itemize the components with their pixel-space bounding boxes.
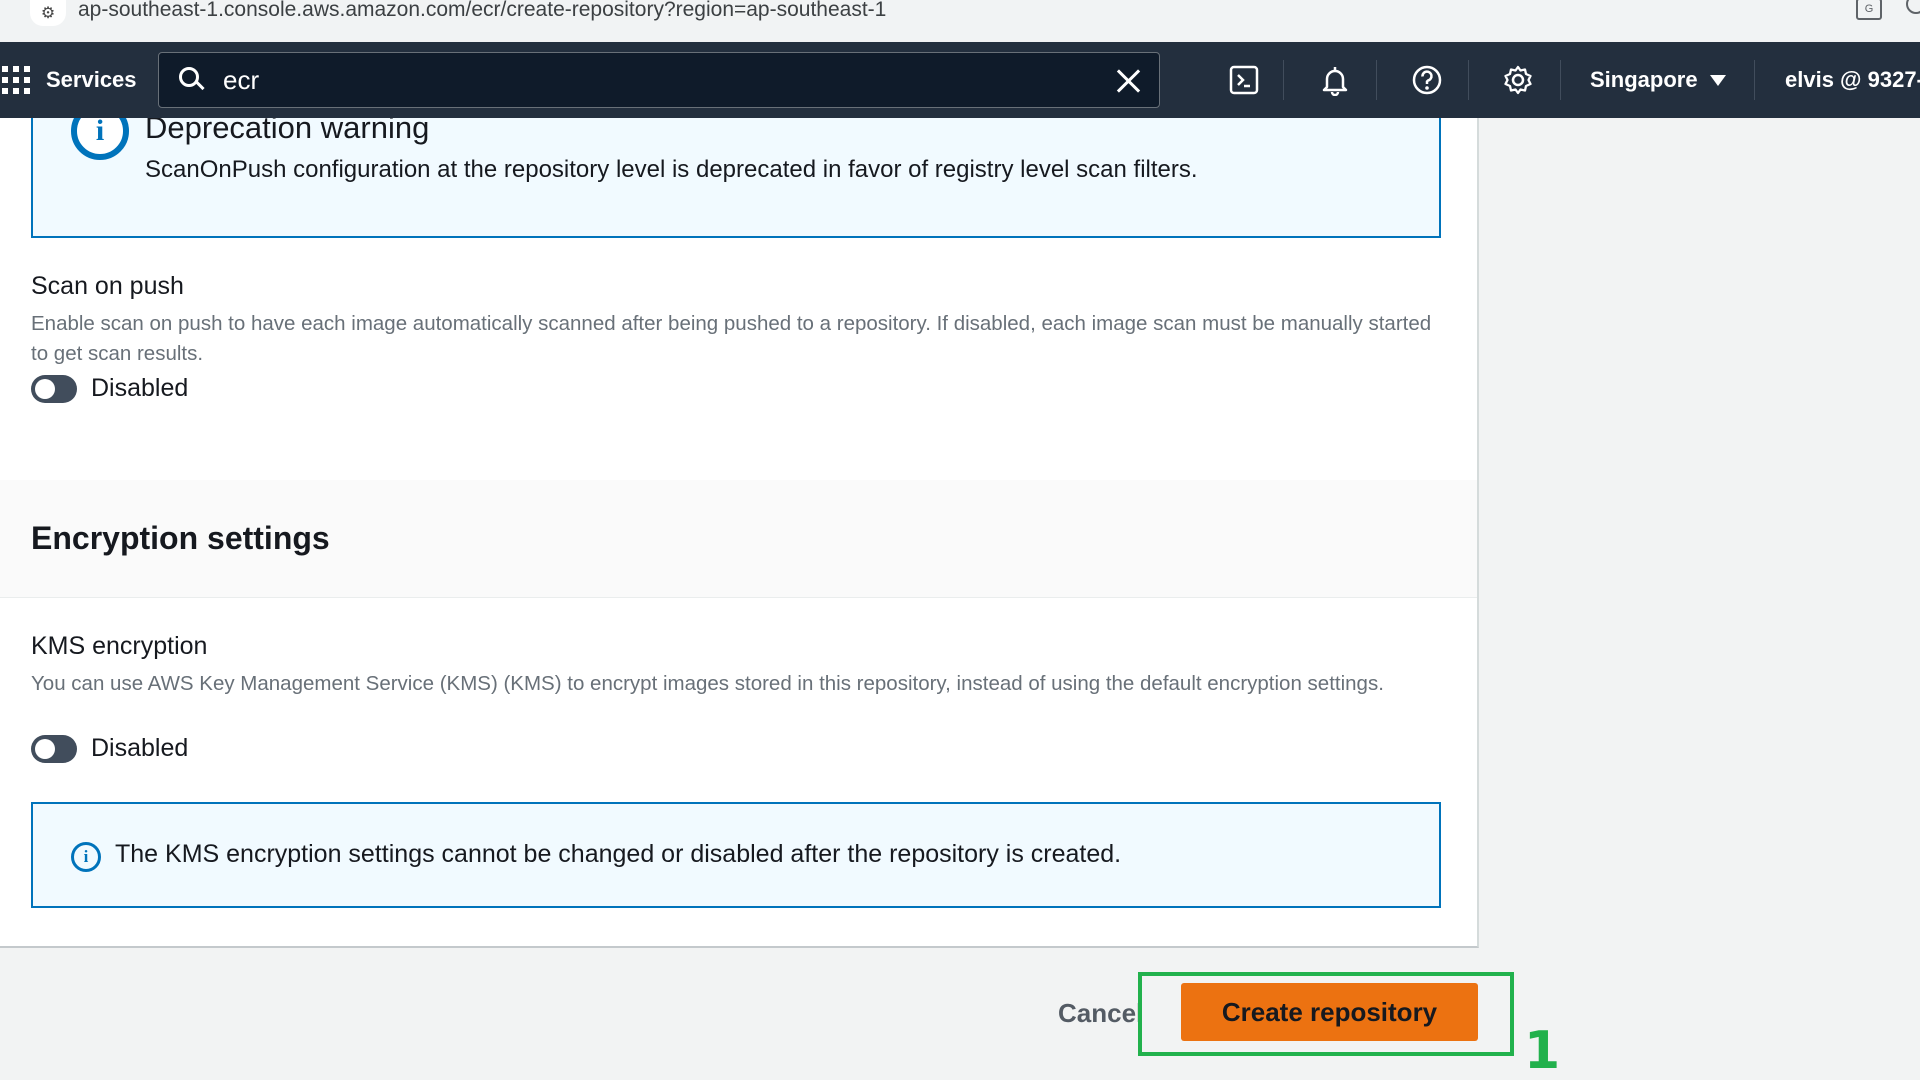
- scan-on-push-description: Enable scan on push to have each image a…: [31, 312, 1432, 365]
- nav-divider: [1560, 60, 1561, 100]
- settings-gear-icon[interactable]: [1500, 62, 1536, 98]
- browser-url-bar: ⚙ ap-southeast-1.console.aws.amazon.com/…: [0, 0, 1920, 42]
- services-label: Services: [46, 67, 137, 92]
- alert-title: Deprecation warning: [145, 118, 430, 145]
- cloudshell-icon[interactable]: [1226, 62, 1262, 98]
- alert-text: ScanOnPush configuration at the reposito…: [145, 156, 1198, 183]
- cancel-button[interactable]: Cancel: [1058, 998, 1140, 1029]
- extension-icon[interactable]: [1906, 0, 1920, 14]
- search-input[interactable]: [223, 64, 1083, 96]
- kms-info-alert: i The KMS encryption settings cannot be …: [31, 802, 1441, 908]
- region-selector[interactable]: Singapore: [1590, 42, 1726, 118]
- search-icon: [179, 67, 205, 93]
- nav-divider: [1754, 60, 1755, 100]
- encryption-settings-header: Encryption settings: [0, 480, 1477, 598]
- kms-info-text: The KMS encryption settings cannot be ch…: [115, 840, 1122, 868]
- scan-on-push-label: Scan on push: [31, 272, 184, 300]
- url-text[interactable]: ap-southeast-1.console.aws.amazon.com/ec…: [78, 0, 886, 22]
- annotation-highlight-box: [1138, 972, 1514, 1056]
- nav-divider: [1468, 60, 1469, 100]
- info-icon: i: [71, 842, 101, 872]
- apps-grid-icon: [2, 66, 30, 94]
- scan-on-push-toggle[interactable]: [31, 375, 77, 403]
- encryption-settings-title: Encryption settings: [31, 520, 330, 556]
- kms-encryption-toggle[interactable]: [31, 735, 77, 763]
- main-content: i Deprecation warning ScanOnPush configu…: [0, 118, 1920, 1080]
- nav-divider: [1283, 60, 1284, 100]
- nav-divider: [1376, 60, 1377, 100]
- notifications-bell-icon[interactable]: [1317, 62, 1353, 98]
- account-label: elvis @ 9327-: [1785, 67, 1920, 92]
- scan-on-push-toggle-label: Disabled: [91, 374, 189, 402]
- translate-icon[interactable]: G: [1856, 0, 1882, 20]
- kms-encryption-label: KMS encryption: [31, 632, 208, 660]
- search-bar[interactable]: [158, 52, 1160, 108]
- clear-search-icon[interactable]: [1115, 67, 1143, 95]
- kms-encryption-description: You can use AWS Key Management Service (…: [31, 672, 1384, 695]
- encryption-settings-card: Encryption settings KMS encryption You c…: [0, 480, 1479, 948]
- caret-down-icon: [1709, 74, 1726, 86]
- kms-encryption-toggle-label: Disabled: [91, 734, 189, 762]
- site-settings-icon[interactable]: ⚙: [30, 0, 66, 26]
- help-icon[interactable]: [1409, 62, 1445, 98]
- info-icon: i: [71, 118, 129, 160]
- region-label: Singapore: [1590, 67, 1698, 92]
- annotation-step-number: 1: [1524, 1021, 1561, 1080]
- aws-top-nav: Services Singapore elvis @ 9327-: [0, 42, 1920, 118]
- account-menu[interactable]: elvis @ 9327-: [1785, 42, 1920, 118]
- deprecation-warning-alert: i Deprecation warning ScanOnPush configu…: [31, 118, 1441, 238]
- services-menu-button[interactable]: Services: [0, 42, 137, 118]
